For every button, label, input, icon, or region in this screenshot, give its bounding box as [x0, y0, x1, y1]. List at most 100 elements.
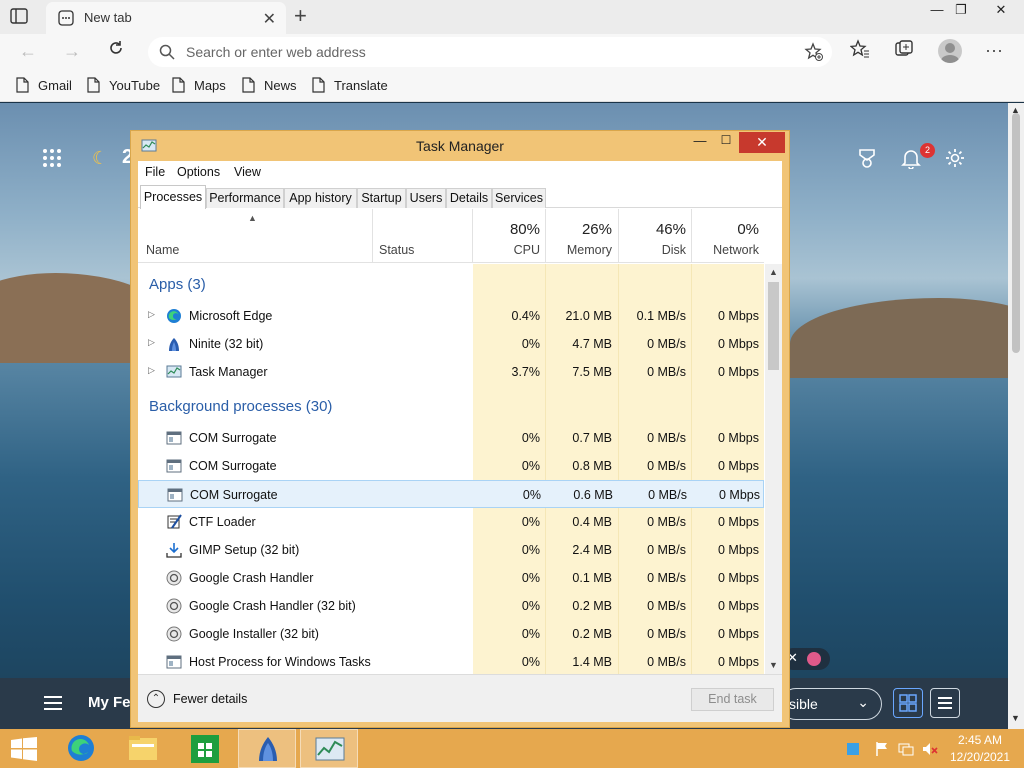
- bookmark-youtube[interactable]: YouTube: [87, 76, 160, 94]
- column-disk[interactable]: Disk: [620, 243, 686, 257]
- tm-close-button[interactable]: ✕: [739, 132, 785, 153]
- process-scrollbar[interactable]: ▲ ▼: [765, 264, 782, 674]
- column-divider[interactable]: [472, 209, 473, 263]
- process-row[interactable]: COM Surrogate 0% 0.8 MB 0 MB/s 0 Mbps: [138, 452, 764, 480]
- add-favorite-icon[interactable]: [804, 42, 824, 62]
- cpu-percent[interactable]: 80%: [474, 221, 540, 238]
- process-scroll-thumb[interactable]: [768, 282, 779, 370]
- process-row[interactable]: Google Crash Handler 0% 0.1 MB 0 MB/s 0 Mbps: [138, 564, 764, 592]
- menu-icon[interactable]: [44, 696, 62, 710]
- taskbar-ninite[interactable]: [238, 729, 296, 768]
- expand-chevron-icon[interactable]: ▷: [148, 309, 155, 320]
- expand-chevron-icon[interactable]: ▷: [148, 365, 155, 376]
- fewer-details-link[interactable]: Fewer details: [173, 692, 247, 706]
- bookmark-translate[interactable]: Translate: [312, 76, 388, 94]
- scroll-down-icon[interactable]: ▼: [1011, 713, 1020, 723]
- my-feed-label[interactable]: My Fe: [88, 694, 131, 711]
- tm-maximize-button[interactable]: ☐: [713, 133, 739, 153]
- rewards-icon[interactable]: [856, 147, 880, 171]
- disk-percent[interactable]: 46%: [620, 221, 686, 238]
- tab-services[interactable]: Services: [492, 188, 546, 208]
- process-row[interactable]: Google Installer (32 bit) 0% 0.2 MB 0 MB/s 0…: [138, 620, 764, 648]
- tab-details[interactable]: Details: [446, 188, 492, 208]
- tab-new-tab[interactable]: New tab ✕: [46, 2, 286, 34]
- page-scroll-thumb[interactable]: [1012, 113, 1020, 353]
- address-input[interactable]: [186, 41, 766, 63]
- list-view-button[interactable]: [930, 688, 960, 718]
- column-memory[interactable]: Memory: [548, 243, 612, 257]
- tab-actions-icon[interactable]: [10, 8, 28, 24]
- taskbar-file-explorer[interactable]: [114, 729, 172, 768]
- process-row[interactable]: CTF Loader 0% 0.4 MB 0 MB/s 0 Mbps: [138, 508, 764, 536]
- taskbar-store[interactable]: [176, 729, 234, 768]
- column-cpu[interactable]: CPU: [474, 243, 540, 257]
- close-window-button[interactable]: ✕: [986, 2, 1016, 22]
- bookmark-news[interactable]: News: [242, 76, 297, 94]
- process-row[interactable]: ▷ Ninite (32 bit) 0% 4.7 MB 0 MB/s 0 Mbps: [138, 330, 764, 358]
- column-divider[interactable]: [691, 209, 692, 263]
- process-row[interactable]: COM Surrogate 0% 0.7 MB 0 MB/s 0 Mbps: [138, 424, 764, 452]
- volume-muted-icon[interactable]: [922, 741, 938, 757]
- forward-icon[interactable]: →: [60, 39, 84, 63]
- tab-processes[interactable]: Processes: [140, 185, 206, 209]
- tab-app-history[interactable]: App history: [284, 188, 357, 208]
- taskbar-edge[interactable]: [52, 729, 110, 768]
- task-manager-icon: [315, 737, 345, 761]
- column-divider[interactable]: [618, 209, 619, 263]
- column-network[interactable]: Network: [694, 243, 759, 257]
- new-tab-button[interactable]: +: [294, 5, 307, 27]
- shield-badge-icon[interactable]: [807, 652, 821, 666]
- app-launcher-icon[interactable]: [42, 148, 62, 168]
- bookmark-maps[interactable]: Maps: [172, 76, 226, 94]
- tab-performance[interactable]: Performance: [206, 188, 284, 208]
- bookmark-gmail[interactable]: Gmail: [16, 76, 72, 94]
- more-options-icon[interactable]: ⋯: [982, 39, 1006, 63]
- column-divider[interactable]: [372, 209, 373, 263]
- visibility-dropdown[interactable]: sible ⌄: [780, 688, 882, 720]
- restore-button[interactable]: ❐: [946, 2, 976, 22]
- network-icon[interactable]: [898, 741, 914, 757]
- clock-time[interactable]: 2:45 AM: [950, 733, 1010, 747]
- menu-file[interactable]: File: [145, 165, 165, 179]
- scroll-down-icon[interactable]: ▼: [769, 660, 778, 670]
- tab-startup[interactable]: Startup: [357, 188, 406, 208]
- settings-gear-icon[interactable]: [944, 147, 968, 171]
- process-row[interactable]: COM Surrogate 0% 0.6 MB 0 MB/s 0 Mbps: [138, 480, 764, 508]
- taskbar-task-manager[interactable]: [300, 729, 358, 768]
- tray-app-icon[interactable]: [845, 741, 861, 757]
- start-button[interactable]: [10, 737, 38, 761]
- grid-view-button[interactable]: [893, 688, 923, 718]
- back-icon[interactable]: ←: [16, 39, 40, 63]
- address-bar[interactable]: [148, 37, 832, 67]
- action-center-flag-icon[interactable]: [874, 741, 890, 757]
- process-row[interactable]: Google Crash Handler (32 bit) 0% 0.2 MB 0 M…: [138, 592, 764, 620]
- column-status[interactable]: Status: [379, 243, 414, 257]
- menu-view[interactable]: View: [234, 165, 261, 179]
- column-name[interactable]: Name: [146, 243, 179, 257]
- expand-chevron-icon[interactable]: ▷: [148, 337, 155, 348]
- apps-section-header[interactable]: Apps (3): [149, 276, 206, 293]
- process-row[interactable]: ▷ Microsoft Edge 0.4% 21.0 MB 0.1 MB/s 0 Mbps: [138, 302, 764, 330]
- tab-users[interactable]: Users: [406, 188, 446, 208]
- menu-options[interactable]: Options: [177, 165, 220, 179]
- fewer-details-icon[interactable]: ⌃: [147, 690, 165, 708]
- process-row[interactable]: Host Process for Windows Tasks 0% 1.4 MB 0 …: [138, 648, 764, 674]
- scroll-up-icon[interactable]: ▲: [769, 267, 778, 277]
- network-percent[interactable]: 0%: [694, 221, 759, 238]
- weather-moon-icon[interactable]: ☾: [92, 148, 108, 169]
- memory-percent[interactable]: 26%: [548, 221, 612, 238]
- tab-close-icon[interactable]: ✕: [263, 9, 276, 29]
- clock-date[interactable]: 12/20/2021: [948, 750, 1012, 764]
- collections-icon[interactable]: [892, 39, 916, 63]
- end-task-button[interactable]: End task: [691, 688, 774, 711]
- background-section-header[interactable]: Background processes (30): [149, 398, 332, 415]
- profile-avatar[interactable]: [938, 39, 962, 63]
- task-manager-titlebar[interactable]: Task Manager — ☐ ✕: [131, 131, 789, 161]
- process-row[interactable]: ▷ Task Manager 3.7% 7.5 MB 0 MB/s 0 Mbps: [138, 358, 764, 386]
- page-scrollbar[interactable]: ▲ ▼: [1008, 103, 1024, 729]
- favorites-icon[interactable]: [848, 39, 872, 63]
- column-divider[interactable]: [545, 209, 546, 263]
- tm-minimize-button[interactable]: —: [687, 133, 713, 153]
- refresh-icon[interactable]: [104, 39, 128, 63]
- process-row[interactable]: GIMP Setup (32 bit) 0% 2.4 MB 0 MB/s 0 Mbps: [138, 536, 764, 564]
